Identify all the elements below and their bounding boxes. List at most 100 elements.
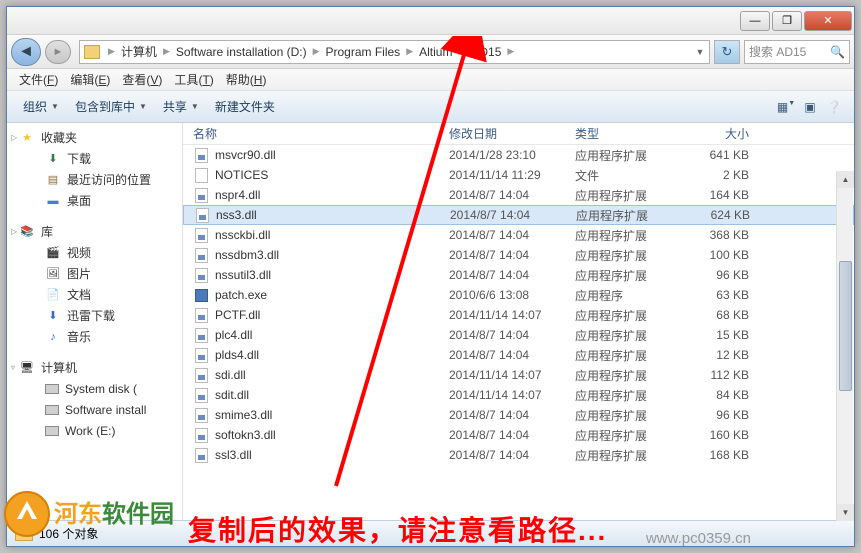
file-date: 2014/11/14 11:29 <box>449 168 575 182</box>
file-row[interactable]: nssutil3.dll2014/8/7 14:04应用程序扩展96 KB <box>183 265 854 285</box>
file-size: 641 KB <box>689 148 759 162</box>
preview-pane-icon[interactable]: ▣ <box>798 100 822 114</box>
file-size: 2 KB <box>689 168 759 182</box>
menu-edit[interactable]: 编辑(E) <box>64 71 116 88</box>
file-row[interactable]: softokn3.dll2014/8/7 14:04应用程序扩展160 KB <box>183 425 854 445</box>
file-row[interactable]: NOTICES2014/11/14 11:29文件2 KB <box>183 165 854 185</box>
sidebar-computer[interactable]: ▿🖥计算机 <box>7 357 182 378</box>
file-name: NOTICES <box>215 168 449 182</box>
content-area: ▷★收藏夹 ⬇下载 ▤最近访问的位置 ▬桌面 ▷📚库 🎬视频 🖼图片 📄文档 ⬇… <box>7 123 854 520</box>
chevron-down-icon: ▼ <box>51 102 59 111</box>
xunlei-icon: ⬇ <box>45 309 61 323</box>
dll-icon <box>193 407 209 423</box>
new-folder-button[interactable]: 新建文件夹 <box>207 95 283 119</box>
help-icon[interactable]: ❔ <box>822 100 846 114</box>
file-row[interactable]: smime3.dll2014/8/7 14:04应用程序扩展96 KB <box>183 405 854 425</box>
sidebar-documents[interactable]: 📄文档 <box>7 284 182 305</box>
chevron-right-icon[interactable]: ▶ <box>159 46 174 57</box>
col-date[interactable]: 修改日期 <box>449 125 575 142</box>
file-row[interactable]: sdit.dll2014/11/14 14:07应用程序扩展84 KB <box>183 385 854 405</box>
chevron-right-icon[interactable]: ▶ <box>503 46 518 57</box>
file-row[interactable]: ssl3.dll2014/8/7 14:04应用程序扩展168 KB <box>183 445 854 465</box>
file-date: 2014/11/14 14:07 <box>449 368 575 382</box>
sidebar-xunlei[interactable]: ⬇迅雷下载 <box>7 305 182 326</box>
file-row[interactable]: msvcr90.dll2014/1/28 23:10应用程序扩展641 KB <box>183 145 854 165</box>
share-button[interactable]: 共享▼ <box>155 95 207 119</box>
col-type[interactable]: 类型 <box>575 125 689 142</box>
sidebar-downloads[interactable]: ⬇下载 <box>7 148 182 169</box>
video-icon: 🎬 <box>45 246 61 260</box>
minimize-button[interactable]: — <box>740 11 770 31</box>
file-row[interactable]: nss3.dll2014/8/7 14:04应用程序扩展624 KB <box>183 205 854 225</box>
include-library-button[interactable]: 包含到库中▼ <box>67 95 155 119</box>
sidebar-softinst[interactable]: Software install <box>7 399 182 420</box>
collapse-icon[interactable]: ▿ <box>11 363 15 372</box>
address-bar[interactable]: ▶ 计算机 ▶ Software installation (D:) ▶ Pro… <box>79 40 710 64</box>
navbar: ◄ ► ▶ 计算机 ▶ Software installation (D:) ▶… <box>7 35 854 69</box>
sidebar-work[interactable]: Work (E:) <box>7 420 182 441</box>
close-button[interactable]: ✕ <box>804 11 852 31</box>
chevron-right-icon[interactable]: ▶ <box>402 46 417 57</box>
chevron-right-icon[interactable]: ▶ <box>454 46 469 57</box>
file-row[interactable]: plc4.dll2014/8/7 14:04应用程序扩展15 KB <box>183 325 854 345</box>
file-date: 2014/8/7 14:04 <box>449 408 575 422</box>
file-name: ssl3.dll <box>215 448 449 462</box>
scroll-down-icon[interactable]: ▼ <box>837 504 854 521</box>
file-date: 2014/8/7 14:04 <box>449 448 575 462</box>
breadcrumb[interactable]: Altium <box>417 41 454 63</box>
scroll-thumb[interactable] <box>839 261 852 391</box>
file-row[interactable]: plds4.dll2014/8/7 14:04应用程序扩展12 KB <box>183 345 854 365</box>
nav-forward-button[interactable]: ► <box>45 40 71 64</box>
file-row[interactable]: nssdbm3.dll2014/8/7 14:04应用程序扩展100 KB <box>183 245 854 265</box>
sidebar-videos[interactable]: 🎬视频 <box>7 242 182 263</box>
file-type: 应用程序扩展 <box>575 407 689 424</box>
file-date: 2010/6/6 13:08 <box>449 288 575 302</box>
file-size: 84 KB <box>689 388 759 402</box>
maximize-button[interactable]: ❐ <box>772 11 802 31</box>
scrollbar[interactable]: ▲ ▼ <box>836 171 853 521</box>
file-row[interactable]: sdi.dll2014/11/14 14:07应用程序扩展112 KB <box>183 365 854 385</box>
scroll-up-icon[interactable]: ▲ <box>837 171 854 188</box>
file-row[interactable]: patch.exe2010/6/6 13:08应用程序63 KB <box>183 285 854 305</box>
library-icon: 📚 <box>19 225 35 239</box>
nav-back-button[interactable]: ◄ <box>11 38 41 66</box>
sidebar-music[interactable]: ♪音乐 <box>7 326 182 347</box>
sidebar-pictures[interactable]: 🖼图片 <box>7 263 182 284</box>
menu-help[interactable]: 帮助(H) <box>220 71 273 88</box>
file-name: plds4.dll <box>215 348 449 362</box>
chevron-right-icon[interactable]: ▶ <box>309 46 324 57</box>
sidebar-favorites[interactable]: ▷★收藏夹 <box>7 127 182 148</box>
file-row[interactable]: PCTF.dll2014/11/14 14:07应用程序扩展68 KB <box>183 305 854 325</box>
breadcrumb[interactable]: AD15 <box>469 41 503 63</box>
menu-file[interactable]: 文件(F) <box>13 71 64 88</box>
file-row[interactable]: nssckbi.dll2014/8/7 14:04应用程序扩展368 KB <box>183 225 854 245</box>
menu-view[interactable]: 查看(V) <box>116 71 168 88</box>
view-options-icon[interactable]: ▦ ▼ <box>774 100 798 114</box>
sidebar-desktop[interactable]: ▬桌面 <box>7 190 182 211</box>
expand-icon[interactable]: ▷ <box>11 133 17 142</box>
watermark-logo <box>2 489 52 539</box>
dll-icon <box>193 227 209 243</box>
file-row[interactable]: nspr4.dll2014/8/7 14:04应用程序扩展164 KB <box>183 185 854 205</box>
file-type: 应用程序 <box>575 287 689 304</box>
col-size[interactable]: 大小 <box>689 125 759 142</box>
col-name[interactable]: 名称 <box>193 125 449 142</box>
chevron-right-icon[interactable]: ▶ <box>104 46 119 57</box>
file-type: 应用程序扩展 <box>575 187 689 204</box>
menu-tools[interactable]: 工具(T) <box>168 71 219 88</box>
file-name: softokn3.dll <box>215 428 449 442</box>
breadcrumb[interactable]: 计算机 <box>119 41 159 63</box>
dll-icon <box>193 347 209 363</box>
breadcrumb[interactable]: Software installation (D:) <box>174 41 309 63</box>
expand-icon[interactable]: ▷ <box>11 227 17 236</box>
breadcrumb[interactable]: Program Files <box>324 41 403 63</box>
sidebar-recent[interactable]: ▤最近访问的位置 <box>7 169 182 190</box>
refresh-button[interactable]: ↻ <box>714 40 740 64</box>
file-name: nssdbm3.dll <box>215 248 449 262</box>
sidebar-sysdisk[interactable]: System disk ( <box>7 378 182 399</box>
organize-button[interactable]: 组织▼ <box>15 95 67 119</box>
address-dropdown[interactable]: ▼ <box>691 47 709 57</box>
search-input[interactable]: 搜索 AD15 🔍 <box>744 40 850 64</box>
sidebar-libraries[interactable]: ▷📚库 <box>7 221 182 242</box>
file-name: nss3.dll <box>216 208 450 222</box>
